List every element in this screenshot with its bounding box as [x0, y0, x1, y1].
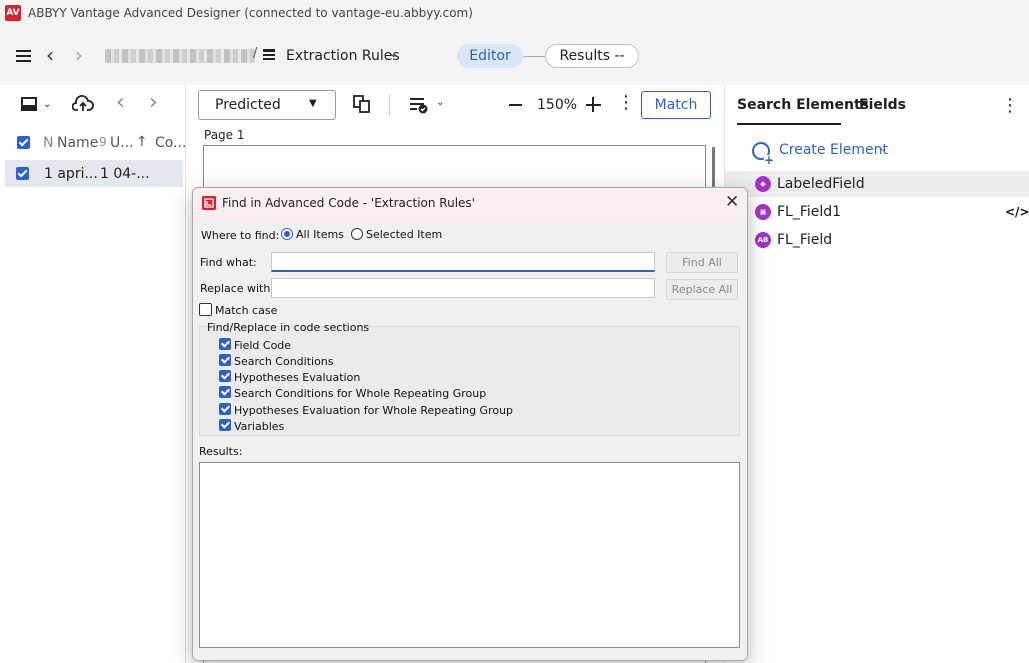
zoom-level: 150%	[537, 97, 578, 113]
element-fl-field[interactable]: FL_Field	[777, 232, 832, 248]
menu-icon[interactable]	[16, 50, 31, 52]
tab-search-elements[interactable]: Search Elements	[737, 97, 869, 113]
match-case-checkbox[interactable]	[199, 303, 212, 316]
zoom-out-icon[interactable]	[509, 104, 522, 106]
more-options-icon[interactable]: ⋮	[617, 93, 635, 113]
replace-label: Replace with:	[200, 282, 275, 295]
copy-document-icon[interactable]	[352, 94, 372, 114]
replace-all-button[interactable]: Replace All	[666, 279, 738, 300]
row-updated: 1 04-...	[100, 166, 150, 182]
inbox-icon[interactable]	[21, 97, 37, 111]
viewer-scrollbar[interactable]	[712, 147, 715, 187]
radio-selected-item-label[interactable]: Selected Item	[366, 228, 442, 241]
sort-arrow-icon[interactable]: ↑	[136, 134, 148, 150]
section-label[interactable]: Search Conditions for Whole Repeating Gr…	[234, 387, 486, 400]
close-icon[interactable]: ✕	[725, 192, 739, 212]
active-tab-indicator	[737, 123, 841, 125]
row-name: 1 apri...	[44, 166, 98, 182]
app-logo-icon	[202, 196, 216, 210]
section-checkbox[interactable]	[219, 370, 231, 382]
chevron-down-icon[interactable]: ⌄	[436, 97, 444, 108]
chevron-down-icon[interactable]: ⌄	[43, 96, 51, 114]
radio-all-items[interactable]	[281, 228, 293, 240]
code-icon[interactable]: </>	[1005, 205, 1029, 219]
radio-selected-item[interactable]	[351, 228, 363, 240]
element-fl-field1[interactable]: FL_Field1	[777, 204, 841, 220]
dialog-title: Find in Advanced Code - 'Extraction Rule…	[222, 196, 475, 210]
column-header-name[interactable]: Name	[57, 135, 98, 151]
forward-arrow-icon[interactable]: ›	[75, 45, 83, 65]
results-mode-button[interactable]: Results --	[545, 44, 639, 68]
previous-icon[interactable]: ‹	[116, 92, 125, 114]
more-options-icon[interactable]: ⋮	[1001, 95, 1019, 116]
where-label: Where to find:	[201, 229, 280, 242]
select-all-checkbox[interactable]	[17, 136, 30, 149]
results-list[interactable]	[199, 462, 740, 648]
dropdown-triangle-icon: ▼	[309, 98, 317, 109]
chevron-down-icon[interactable]: ⌄	[879, 143, 887, 154]
create-element-button[interactable]: Create Element	[779, 142, 888, 158]
editor-mode-button[interactable]: Editor	[457, 44, 523, 68]
list-check-icon[interactable]	[409, 96, 429, 114]
upload-cloud-icon[interactable]	[72, 95, 94, 113]
match-button[interactable]: Match	[641, 91, 711, 119]
column-icon: N	[43, 135, 54, 151]
chevron-down-icon[interactable]: ⌄	[389, 47, 398, 60]
app-logo-icon: AV	[5, 5, 21, 21]
back-arrow-icon[interactable]: ‹	[46, 45, 54, 65]
tag-icon: ◆	[755, 176, 771, 192]
mode-connector	[523, 56, 545, 57]
element-labeledfield[interactable]: LabeledField	[777, 176, 865, 192]
rules-list-icon	[263, 49, 275, 60]
add-circle-icon[interactable]	[752, 142, 774, 165]
fields-group-icon: ▣	[755, 204, 771, 220]
section-checkbox[interactable]	[219, 338, 231, 350]
find-what-input[interactable]	[271, 252, 655, 272]
column-header-updated[interactable]: U...	[110, 135, 134, 151]
window-title: ABBYY Vantage Advanced Designer (connect…	[28, 6, 473, 20]
radio-all-items-label[interactable]: All Items	[296, 228, 344, 241]
section-label[interactable]: Hypotheses Evaluation for Whole Repeatin…	[234, 404, 513, 417]
find-all-button[interactable]: Find All	[666, 252, 738, 273]
breadcrumb-current[interactable]: Extraction Rules	[286, 48, 400, 64]
ab-text-icon: AB	[755, 232, 771, 248]
breadcrumb-project-redacted[interactable]	[105, 49, 255, 63]
code-sections-label: Find/Replace in code sections	[207, 321, 370, 334]
match-case-label[interactable]: Match case	[215, 304, 277, 317]
row-checkbox[interactable]	[16, 167, 29, 180]
section-checkbox[interactable]	[219, 419, 231, 431]
find-label: Find what:	[200, 256, 257, 269]
section-checkbox[interactable]	[219, 403, 231, 415]
next-icon[interactable]: ›	[149, 92, 158, 114]
section-label[interactable]: Hypotheses Evaluation	[234, 371, 360, 384]
section-label[interactable]: Search Conditions	[234, 355, 334, 368]
column-header-comments[interactable]: Co...	[155, 135, 186, 151]
section-label[interactable]: Variables	[234, 420, 284, 433]
section-checkbox[interactable]	[219, 354, 231, 366]
view-select-value: Predicted	[215, 97, 281, 113]
replace-with-input[interactable]	[271, 278, 655, 298]
page-label: Page 1	[204, 128, 245, 142]
section-checkbox[interactable]	[219, 386, 231, 398]
tab-fields[interactable]: Fields	[859, 97, 906, 113]
breadcrumb-separator: /	[253, 46, 258, 61]
section-label[interactable]: Field Code	[234, 339, 291, 352]
column-sort-icon: 9	[99, 135, 107, 149]
toolbar-divider	[389, 94, 390, 116]
results-label: Results:	[199, 445, 243, 458]
